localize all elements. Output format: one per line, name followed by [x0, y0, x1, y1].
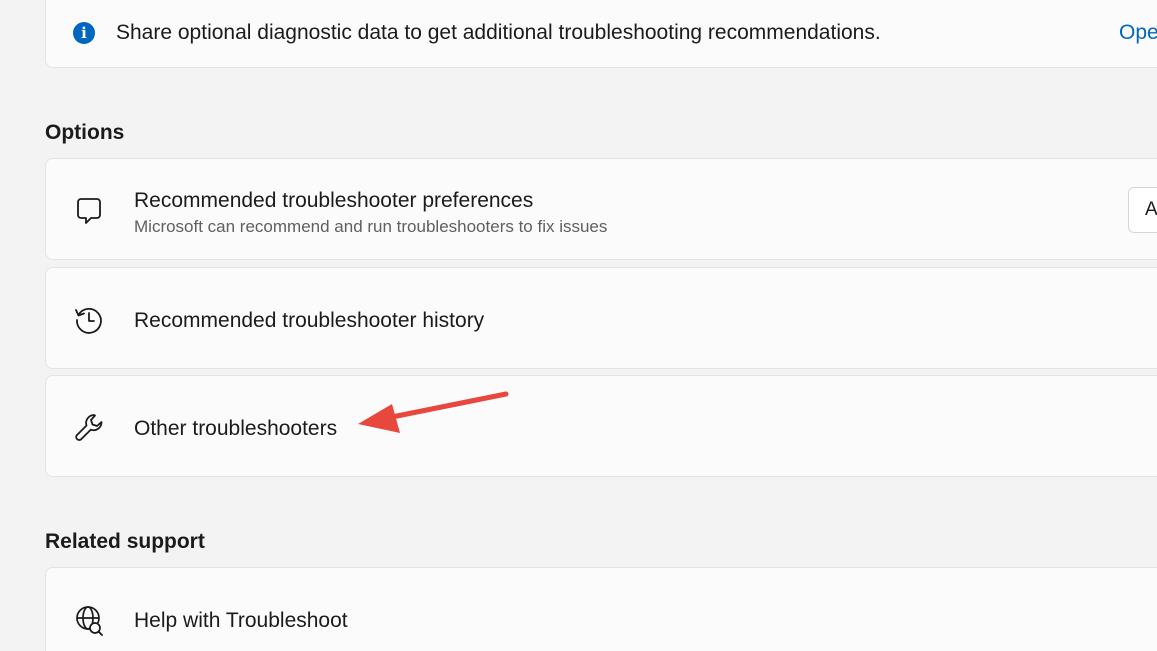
preferences-dropdown[interactable]: A — [1128, 187, 1157, 233]
info-banner-text: Share optional diagnostic data to get ad… — [116, 21, 881, 44]
other-troubleshooters-title: Other troubleshooters — [134, 417, 338, 440]
info-icon: i — [73, 22, 95, 44]
history-icon — [75, 308, 102, 334]
options-heading: Options — [45, 121, 125, 144]
help-with-troubleshoot-title: Help with Troubleshoot — [134, 609, 348, 632]
recommended-preferences-subtitle: Microsoft can recommend and run troubles… — [134, 217, 608, 236]
recommended-preferences-row[interactable]: Recommended troubleshooter preferences M… — [45, 158, 1157, 260]
recommended-history-row[interactable]: Recommended troubleshooter history — [45, 267, 1157, 369]
diagnostic-info-banner: i Share optional diagnostic data to get … — [45, 0, 1157, 68]
open-diagnostics-link[interactable]: Ope — [1119, 21, 1157, 45]
wrench-icon — [75, 414, 103, 441]
related-support-heading: Related support — [45, 530, 205, 553]
help-with-troubleshoot-row[interactable]: Help with Troubleshoot — [45, 567, 1157, 651]
other-troubleshooters-row[interactable]: Other troubleshooters — [45, 375, 1157, 477]
globe-search-icon — [76, 606, 103, 636]
settings-page: i Share optional diagnostic data to get … — [0, 0, 1157, 651]
recommended-preferences-title: Recommended troubleshooter preferences — [134, 189, 534, 212]
chat-bubble-icon — [77, 198, 101, 224]
recommended-history-title: Recommended troubleshooter history — [134, 309, 485, 332]
